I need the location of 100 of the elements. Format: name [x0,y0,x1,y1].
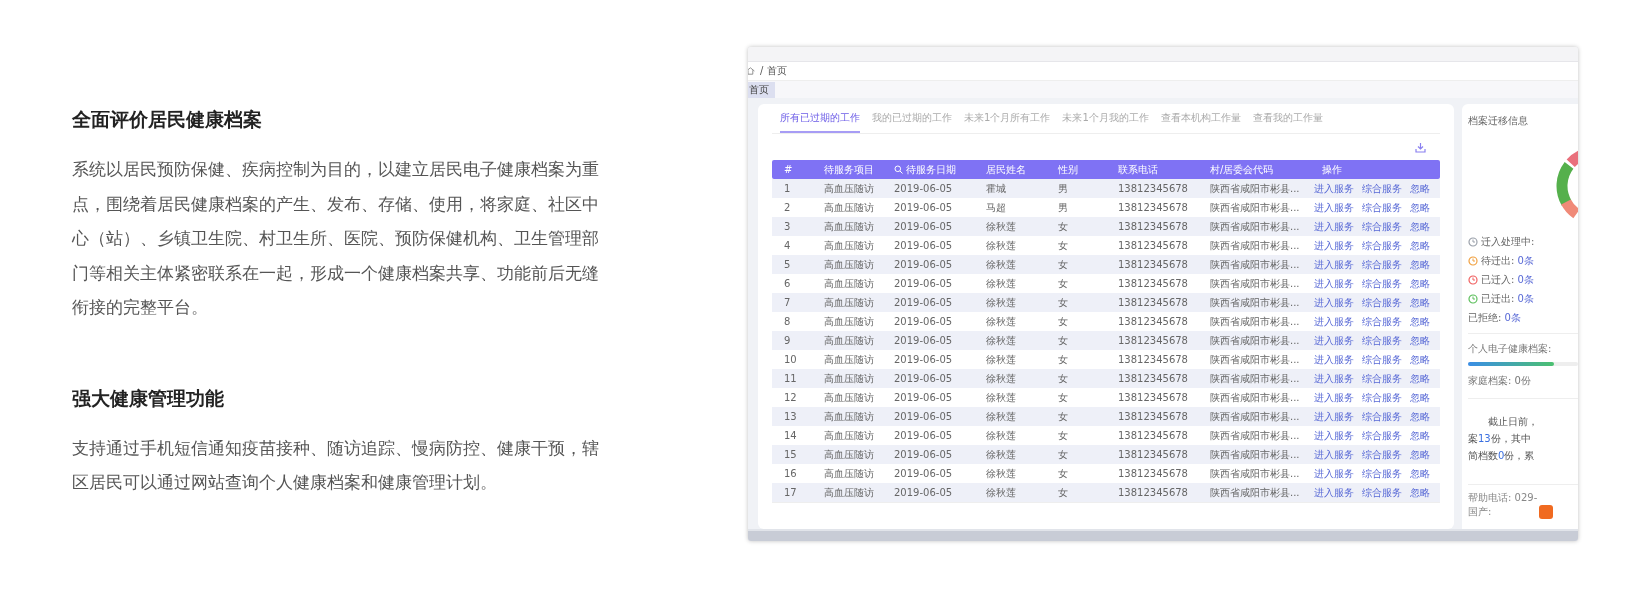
table-cell-text: 2019-06-05 [893,202,954,213]
action-link[interactable]: 忽略 [1410,371,1430,386]
action-link[interactable]: 忽略 [1410,428,1430,443]
table-cell-text: 15 [783,449,798,460]
table-cell-text: 2019-06-05 [893,411,954,422]
action-link[interactable]: 进入服务 [1314,333,1354,348]
table-cell-text: 陕西省咸阳市彬县... [1209,200,1301,215]
action-link[interactable]: 忽略 [1410,257,1430,272]
column-header: 村/居委会代码 [1209,162,1275,177]
table-cell-text: 女 [1057,466,1069,481]
stat-label: 待迁出: [1481,254,1515,268]
table-cell-text: 霍城 [985,181,1007,196]
action-link[interactable]: 综合服务 [1362,276,1402,291]
action-link[interactable]: 综合服务 [1362,466,1402,481]
action-link[interactable]: 进入服务 [1314,276,1354,291]
table-cell-text: 女 [1057,333,1069,348]
action-link[interactable]: 忽略 [1410,276,1430,291]
work-tab[interactable]: 查看本机构工作量 [1160,108,1241,133]
action-link[interactable]: 综合服务 [1362,409,1402,424]
action-link[interactable]: 综合服务 [1362,238,1402,253]
action-link[interactable]: 进入服务 [1314,485,1354,500]
action-link[interactable]: 进入服务 [1314,447,1354,462]
work-tab[interactable]: 所有已过期的工作 [780,108,860,133]
action-link[interactable]: 忽略 [1410,219,1430,234]
action-link[interactable]: 忽略 [1410,466,1430,481]
action-link[interactable]: 进入服务 [1314,238,1354,253]
action-link[interactable]: 忽略 [1410,352,1430,367]
table-cell-text: 2019-06-05 [893,449,954,460]
table-cell-text: 女 [1057,352,1069,367]
home-icon[interactable] [748,66,756,76]
stat-value: 0条 [1517,254,1534,268]
action-link[interactable]: 忽略 [1410,333,1430,348]
table-cell-text: 14 [783,430,798,441]
action-link[interactable]: 进入服务 [1314,219,1354,234]
action-link[interactable]: 综合服务 [1362,428,1402,443]
column-header: 性别 [1057,162,1079,177]
table-cell-text: 2019-06-05 [893,297,954,308]
table-cell-text: 2019-06-05 [893,373,954,384]
table-cell-text: 高血压随访 [823,352,875,367]
action-link[interactable]: 忽略 [1410,238,1430,253]
action-link[interactable]: 综合服务 [1362,447,1402,462]
search-icon[interactable] [894,165,903,174]
work-tab[interactable]: 未来1个月所有工作 [964,108,1051,133]
action-link[interactable]: 进入服务 [1314,295,1354,310]
action-link[interactable]: 综合服务 [1362,181,1402,196]
action-link[interactable]: 忽略 [1410,181,1430,196]
table-cell-text: 3 [783,221,792,232]
panel-title: 档案迁移信息 [1468,114,1529,128]
action-link[interactable]: 综合服务 [1362,295,1402,310]
action-link[interactable]: 进入服务 [1314,409,1354,424]
action-link[interactable]: 进入服务 [1314,428,1354,443]
action-link[interactable]: 综合服务 [1362,333,1402,348]
table-cell-text: 徐秋莲 [985,238,1017,253]
work-tab[interactable]: 未来1个月我的工作 [1062,108,1149,133]
action-link[interactable]: 综合服务 [1362,371,1402,386]
action-link[interactable]: 进入服务 [1314,314,1354,329]
action-link[interactable]: 进入服务 [1314,181,1354,196]
action-link[interactable]: 综合服务 [1362,352,1402,367]
stat-label: 已拒绝: [1468,311,1502,325]
summary-text: 案13份，其中 [1468,432,1532,446]
action-link[interactable]: 忽略 [1410,409,1430,424]
table-cell-text: 13812345678 [1117,183,1189,194]
action-link[interactable]: 进入服务 [1314,257,1354,272]
stat-value: 0条 [1504,311,1521,325]
work-tab[interactable]: 我的已过期的工作 [872,108,952,133]
table-cell-text: 陕西省咸阳市彬县... [1209,238,1301,253]
page-tab[interactable]: 首页 [748,81,775,98]
table-cell-text: 11 [783,373,798,384]
table-cell-text: 2019-06-05 [893,468,954,479]
action-link[interactable]: 进入服务 [1314,352,1354,367]
table-cell-text: 13 [783,411,798,422]
action-link[interactable]: 综合服务 [1362,219,1402,234]
table-cell-text: 徐秋莲 [985,257,1017,272]
table-cell-text: 徐秋莲 [985,219,1017,234]
action-link[interactable]: 进入服务 [1314,371,1354,386]
download-icon[interactable] [1415,141,1426,153]
table-cell-text: 陕西省咸阳市彬县... [1209,428,1301,443]
table-cell-text: 2019-06-05 [893,354,954,365]
table-cell-text: 13812345678 [1117,468,1189,479]
action-link[interactable]: 忽略 [1410,314,1430,329]
action-link[interactable]: 综合服务 [1362,257,1402,272]
action-link[interactable]: 忽略 [1410,485,1430,500]
breadcrumb[interactable]: / 首页 [760,64,787,78]
section-heading: 强大健康管理功能 [72,385,225,411]
action-link[interactable]: 忽略 [1410,295,1430,310]
table-cell-text: 高血压随访 [823,409,875,424]
column-header: 待服务日期 [882,162,974,177]
action-link[interactable]: 忽略 [1410,200,1430,215]
action-link[interactable]: 进入服务 [1314,200,1354,215]
action-link[interactable]: 综合服务 [1362,314,1402,329]
action-link[interactable]: 综合服务 [1362,200,1402,215]
action-link[interactable]: 综合服务 [1362,390,1402,405]
action-link[interactable]: 忽略 [1410,390,1430,405]
action-link[interactable]: 忽略 [1410,447,1430,462]
work-tab[interactable]: 查看我的工作量 [1252,108,1323,133]
status-icon [1468,294,1478,304]
table-cell-text: 12 [783,392,798,403]
action-link[interactable]: 进入服务 [1314,390,1354,405]
action-link[interactable]: 综合服务 [1362,485,1402,500]
action-link[interactable]: 进入服务 [1314,466,1354,481]
